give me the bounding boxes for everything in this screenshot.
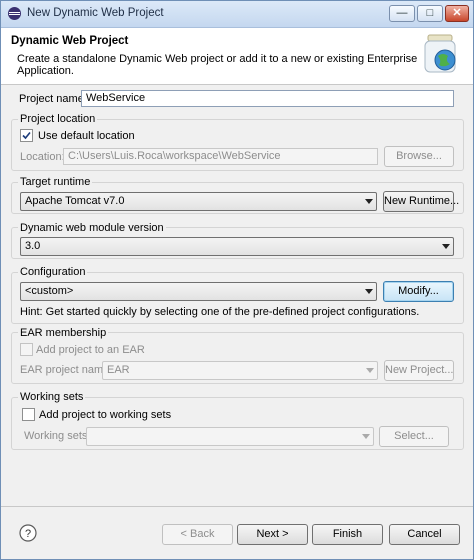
wizard-description: Create a standalone Dynamic Web project …: [17, 53, 418, 77]
wizard-header: Dynamic Web Project Create a standalone …: [1, 28, 473, 85]
dropdown-arrow-icon: [362, 434, 370, 439]
wizard-title: Dynamic Web Project: [11, 35, 129, 47]
project-name-input[interactable]: WebService: [81, 90, 454, 107]
configuration-select[interactable]: <custom>: [20, 282, 377, 301]
dropdown-arrow-icon: [442, 244, 450, 249]
window-title: New Dynamic Web Project: [27, 7, 164, 19]
use-default-location-label: Use default location: [38, 130, 135, 142]
add-to-ear-label: Add project to an EAR: [36, 344, 145, 356]
eclipse-app-icon: [8, 7, 21, 20]
configuration-legend: Configuration: [18, 266, 88, 278]
module-version-value: 3.0: [25, 240, 41, 252]
finish-button[interactable]: Finish: [312, 524, 383, 545]
configuration-value: <custom>: [25, 285, 74, 297]
add-to-ear-checkbox[interactable]: [20, 343, 33, 356]
close-button[interactable]: ✕: [445, 5, 469, 22]
select-working-sets-button[interactable]: Select...: [379, 426, 449, 447]
ear-project-name-value: EAR: [107, 364, 130, 376]
location-input[interactable]: C:\Users\Luis.Roca\workspace\WebService: [63, 148, 378, 165]
ear-project-name-label: EAR project name:: [20, 364, 113, 376]
footer-separator: [1, 506, 473, 507]
project-name-label: Project name:: [19, 93, 87, 105]
working-sets-select[interactable]: [86, 427, 374, 446]
cancel-button[interactable]: Cancel: [389, 524, 460, 545]
modify-button[interactable]: Modify...: [383, 281, 454, 302]
checkmark-icon: [22, 131, 31, 140]
module-version-select[interactable]: 3.0: [20, 237, 454, 256]
help-icon-glyph: ?: [25, 528, 31, 540]
help-icon[interactable]: ?: [19, 524, 37, 542]
use-default-location-checkbox[interactable]: [20, 129, 33, 142]
new-project-button[interactable]: New Project...: [384, 360, 454, 381]
configuration-hint: Hint: Get started quickly by selecting o…: [20, 306, 420, 318]
working-sets-label: Working sets:: [24, 430, 91, 442]
add-to-working-sets-checkbox[interactable]: [22, 408, 35, 421]
next-button[interactable]: Next >: [237, 524, 308, 545]
dialog-window: New Dynamic Web Project — □ ✕ Dynamic We…: [0, 0, 474, 560]
browse-button[interactable]: Browse...: [384, 146, 454, 167]
ear-project-name-select[interactable]: EAR: [102, 361, 378, 380]
location-label: Location:: [20, 151, 65, 163]
minimize-button[interactable]: —: [389, 5, 415, 22]
target-runtime-legend: Target runtime: [18, 176, 93, 188]
new-runtime-button[interactable]: New Runtime...: [383, 191, 459, 212]
web-project-jar-icon: [424, 34, 456, 73]
dropdown-arrow-icon: [365, 289, 373, 294]
working-sets-legend: Working sets: [18, 391, 86, 403]
module-version-legend: Dynamic web module version: [18, 222, 166, 234]
ear-membership-legend: EAR membership: [18, 327, 109, 339]
title-bar[interactable]: New Dynamic Web Project — □ ✕: [1, 1, 473, 28]
dropdown-arrow-icon: [365, 199, 373, 204]
dropdown-arrow-icon: [366, 368, 374, 373]
project-location-legend: Project location: [18, 113, 98, 125]
back-button[interactable]: < Back: [162, 524, 233, 545]
maximize-button[interactable]: □: [417, 5, 443, 22]
target-runtime-select[interactable]: Apache Tomcat v7.0: [20, 192, 377, 211]
target-runtime-value: Apache Tomcat v7.0: [25, 195, 125, 207]
add-to-working-sets-label: Add project to working sets: [39, 409, 172, 421]
